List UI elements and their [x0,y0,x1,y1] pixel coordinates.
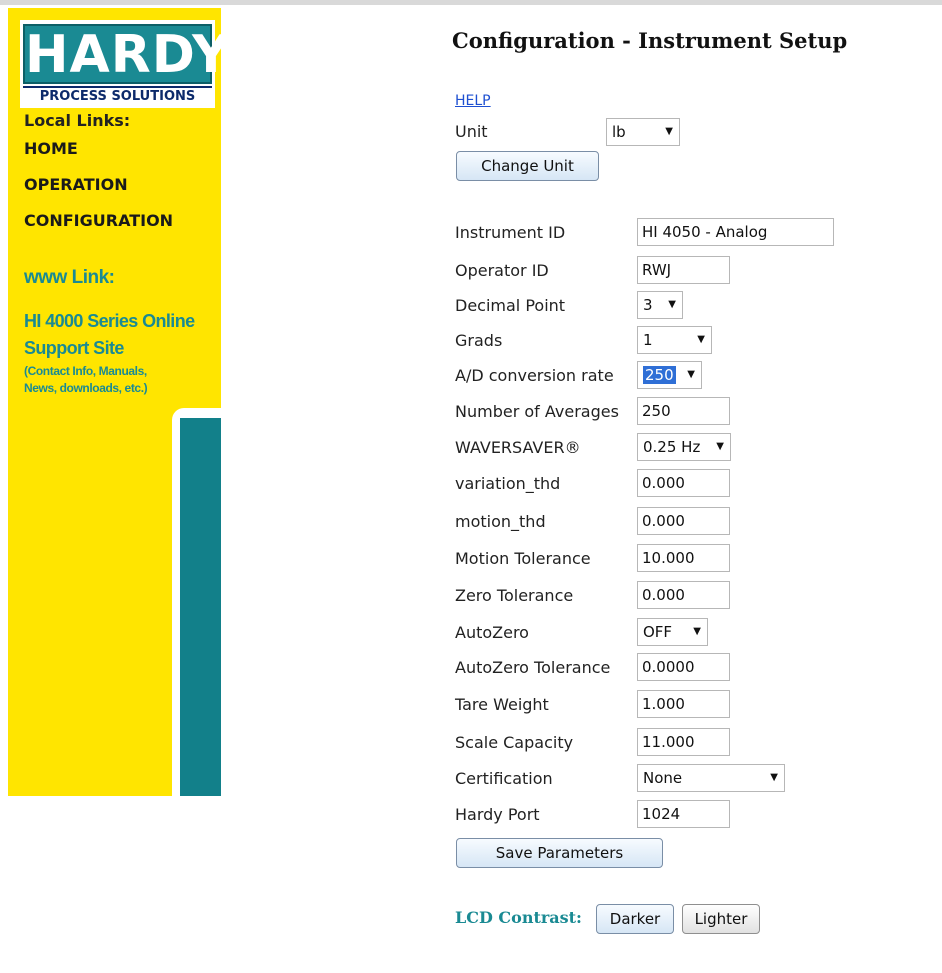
motion-thd-label: motion_thd [455,512,546,531]
help-link[interactable]: HELP [455,93,491,109]
darker-button[interactable]: Darker [596,904,674,934]
num-averages-label: Number of Averages [455,402,619,421]
ad-rate-select[interactable]: 250 ▼ [637,361,702,389]
num-averages-input[interactable]: 250 [637,397,730,425]
sidebar-accent-bar [180,418,221,796]
motion-thd-input[interactable]: 0.000 [637,507,730,535]
top-border [0,0,942,5]
autozero-tolerance-label: AutoZero Tolerance [455,658,611,677]
support-site-link[interactable]: HI 4000 Series Online Support Site [24,308,199,362]
tare-weight-label: Tare Weight [455,695,549,714]
decimal-point-select[interactable]: 3 ▼ [637,291,683,319]
save-parameters-button[interactable]: Save Parameters [456,838,663,868]
www-link-title: www Link: [24,267,115,288]
ad-rate-label: A/D conversion rate [455,366,614,385]
logo-tagline: PROCESS SOLUTIONS [23,86,212,104]
logo-wordmark: HARDY [23,24,231,85]
scale-capacity-input[interactable]: 11.000 [637,728,730,756]
scale-capacity-label: Scale Capacity [455,733,574,752]
support-site-note: (Contact Info, Manuals, News, downloads,… [24,364,148,395]
waversaver-value: 0.25 Hz [643,438,701,456]
instrument-id-input[interactable]: HI 4050 - Analog [637,218,834,246]
chevron-down-icon: ▼ [697,334,705,345]
chevron-down-icon: ▼ [770,772,778,783]
lighter-button[interactable]: Lighter [682,904,760,934]
autozero-value: OFF [643,623,673,641]
autozero-label: AutoZero [455,623,529,642]
waversaver-label: WAVERSAVER® [455,438,581,457]
grads-label: Grads [455,331,503,350]
chevron-down-icon: ▼ [665,126,673,137]
operator-id-input[interactable]: RWJ [637,256,730,284]
grads-select[interactable]: 1 ▼ [637,326,712,354]
operator-id-label: Operator ID [455,261,549,280]
chevron-down-icon: ▼ [693,626,701,637]
grads-value: 1 [643,331,653,349]
hardy-port-input[interactable]: 1024 [637,800,730,828]
variation-thd-input[interactable]: 0.000 [637,469,730,497]
certification-select[interactable]: None ▼ [637,764,785,792]
local-links-title: Local Links: [24,111,131,130]
variation-thd-label: variation_thd [455,474,561,493]
motion-tolerance-label: Motion Tolerance [455,549,591,568]
chevron-down-icon: ▼ [716,441,724,452]
autozero-select[interactable]: OFF ▼ [637,618,708,646]
waversaver-select[interactable]: 0.25 Hz ▼ [637,433,731,461]
nav-home-link[interactable]: HOME [24,139,78,158]
zero-tolerance-label: Zero Tolerance [455,586,574,605]
certification-label: Certification [455,769,553,788]
zero-tolerance-input[interactable]: 0.000 [637,581,730,609]
sidebar: HARDY PROCESS SOLUTIONS Local Links: HOM… [8,8,231,796]
autozero-tolerance-input[interactable]: 0.0000 [637,653,730,681]
motion-tolerance-input[interactable]: 10.000 [637,544,730,572]
certification-value: None [643,769,683,787]
change-unit-button[interactable]: Change Unit [456,151,599,181]
unit-select-value: lb [612,123,626,141]
chevron-down-icon: ▼ [668,299,676,310]
chevron-down-icon: ▼ [687,369,695,380]
nav-operation-link[interactable]: OPERATION [24,175,128,194]
decimal-point-value: 3 [643,296,653,314]
hardy-port-label: Hardy Port [455,805,540,824]
tare-weight-input[interactable]: 1.000 [637,690,730,718]
instrument-id-label: Instrument ID [455,223,566,242]
ad-rate-value: 250 [643,366,676,384]
unit-select[interactable]: lb ▼ [606,118,680,146]
nav-configuration-link[interactable]: CONFIGURATION [24,211,173,230]
decimal-point-label: Decimal Point [455,296,566,315]
page-title: Configuration - Instrument Setup [452,28,848,53]
unit-label: Unit [455,122,488,141]
lcd-contrast-label: LCD Contrast: [455,908,582,927]
hardy-logo: HARDY PROCESS SOLUTIONS [20,20,231,108]
